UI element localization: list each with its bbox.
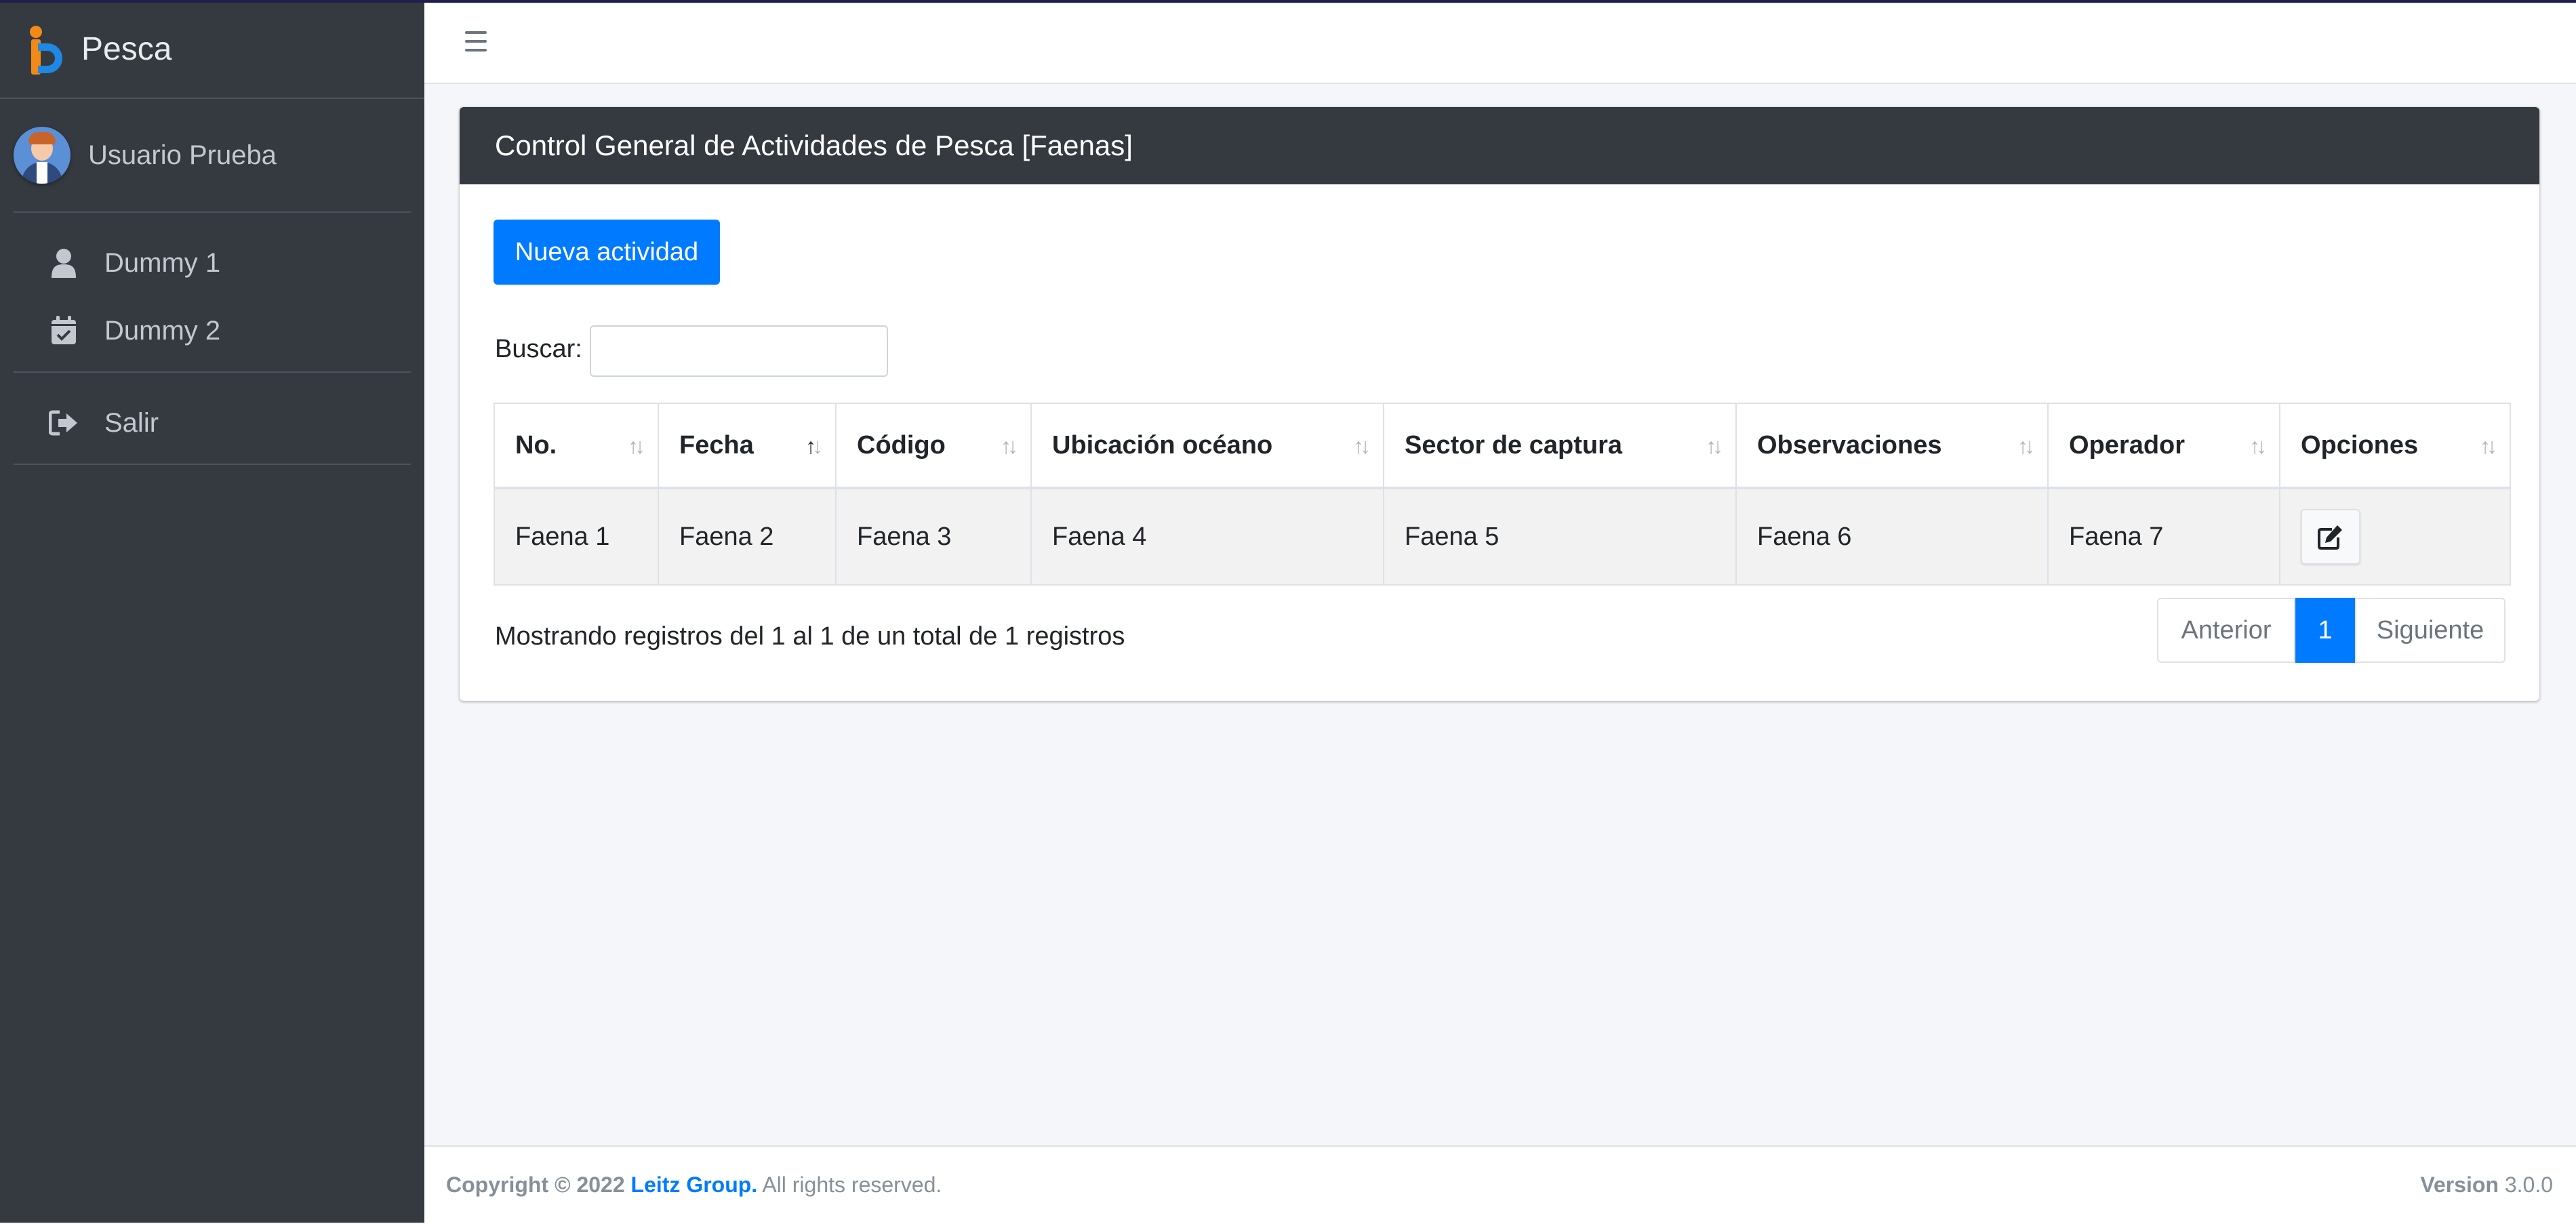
top-border bbox=[0, 0, 2576, 3]
table-header-row: No. ↑↓ Fecha ↑↓ Código ↑↓ Ubicación océano ↑… bbox=[494, 403, 2511, 489]
table-cell: Faena 7 bbox=[2047, 487, 2280, 586]
table-cell: Faena 5 bbox=[1383, 487, 1737, 586]
user-icon bbox=[49, 248, 79, 278]
sidebar-item-label: Dummy 1 bbox=[104, 247, 221, 278]
user-panel[interactable]: Usuario Prueba bbox=[14, 99, 411, 213]
edit-icon bbox=[2318, 525, 2342, 550]
table-cell: Faena 1 bbox=[494, 487, 659, 586]
sidebar-item-label: Salir bbox=[104, 407, 159, 438]
new-activity-button[interactable]: Nueva actividad bbox=[494, 220, 720, 285]
avatar bbox=[14, 127, 71, 184]
nav-group: Dummy 1 Dummy 2 bbox=[14, 213, 411, 373]
search-label: Buscar: bbox=[495, 335, 582, 363]
card-title: Control General de Actividades de Pesca … bbox=[460, 107, 2539, 184]
sort-ascending-icon: ↑↓ bbox=[805, 434, 823, 458]
sidebar-item-dummy-2[interactable]: Dummy 2 bbox=[14, 297, 411, 365]
sort-icon: ↑↓ bbox=[1001, 434, 1018, 458]
sidebar-item-label: Dummy 2 bbox=[104, 315, 221, 346]
sort-icon: ↑↓ bbox=[2017, 434, 2035, 458]
calendar-check-icon bbox=[49, 316, 79, 346]
table-cell: Faena 6 bbox=[1735, 487, 2049, 586]
table-cell-options bbox=[2279, 487, 2511, 586]
activities-card: Control General de Actividades de Pesca … bbox=[460, 107, 2539, 701]
edit-button[interactable] bbox=[2301, 509, 2360, 565]
sidebar: Pesca Usuario Prueba Dummy 1 Dummy 2 Sal… bbox=[0, 0, 424, 1223]
footer-version: Version 3.0.0 bbox=[2420, 1172, 2553, 1197]
search-input[interactable] bbox=[590, 325, 888, 377]
column-header-sector[interactable]: Sector de captura ↑↓ bbox=[1383, 403, 1737, 489]
hamburger-menu-icon[interactable] bbox=[465, 31, 487, 52]
column-header-operador[interactable]: Operador ↑↓ bbox=[2047, 403, 2280, 489]
sort-icon: ↑↓ bbox=[2249, 434, 2267, 458]
brand-name: Pesca bbox=[81, 30, 172, 67]
pagination: Anterior 1 Siguiente bbox=[2157, 598, 2505, 663]
table-row: Faena 1 Faena 2 Faena 3 Faena 4 Faena 5 … bbox=[494, 487, 2511, 586]
table-cell: Faena 3 bbox=[835, 487, 1032, 586]
brand-logo-icon bbox=[27, 23, 65, 75]
next-page-button[interactable]: Siguiente bbox=[2355, 598, 2505, 663]
top-navbar bbox=[424, 3, 2576, 84]
column-header-ubicacion[interactable]: Ubicación océano ↑↓ bbox=[1030, 403, 1384, 489]
column-header-observaciones[interactable]: Observaciones ↑↓ bbox=[1735, 403, 2049, 489]
previous-page-button[interactable]: Anterior bbox=[2157, 598, 2295, 663]
footer: Copyright © 2022 Leitz Group. All rights… bbox=[424, 1145, 2576, 1224]
current-page-button[interactable]: 1 bbox=[2295, 598, 2355, 663]
sidebar-item-salir[interactable]: Salir bbox=[14, 389, 411, 457]
brand[interactable]: Pesca bbox=[0, 0, 424, 99]
sidebar-nav: Dummy 1 Dummy 2 Salir bbox=[14, 213, 411, 465]
footer-copyright: Copyright © 2022 Leitz Group. All rights… bbox=[446, 1172, 942, 1197]
company-link[interactable]: Leitz Group. bbox=[631, 1172, 758, 1197]
sidebar-item-dummy-1[interactable]: Dummy 1 bbox=[14, 229, 411, 297]
column-header-opciones[interactable]: Opciones ↑↓ bbox=[2279, 403, 2511, 489]
column-header-fecha[interactable]: Fecha ↑↓ bbox=[658, 403, 837, 489]
table-info-text: Mostrando registros del 1 al 1 de un tot… bbox=[495, 622, 1125, 651]
sort-icon: ↑↓ bbox=[2480, 434, 2497, 458]
sort-icon: ↑↓ bbox=[628, 434, 645, 458]
sort-icon: ↑↓ bbox=[1353, 434, 1371, 458]
nav-group: Salir bbox=[14, 373, 411, 465]
activities-table: No. ↑↓ Fecha ↑↓ Código ↑↓ Ubicación océano ↑… bbox=[494, 403, 2511, 586]
table-cell: Faena 2 bbox=[658, 487, 837, 586]
sort-icon: ↑↓ bbox=[1706, 434, 1723, 458]
column-header-no[interactable]: No. ↑↓ bbox=[494, 403, 659, 489]
column-header-codigo[interactable]: Código ↑↓ bbox=[835, 403, 1032, 489]
sign-out-icon bbox=[49, 408, 79, 438]
table-cell: Faena 4 bbox=[1030, 487, 1384, 586]
user-name[interactable]: Usuario Prueba bbox=[88, 140, 277, 171]
